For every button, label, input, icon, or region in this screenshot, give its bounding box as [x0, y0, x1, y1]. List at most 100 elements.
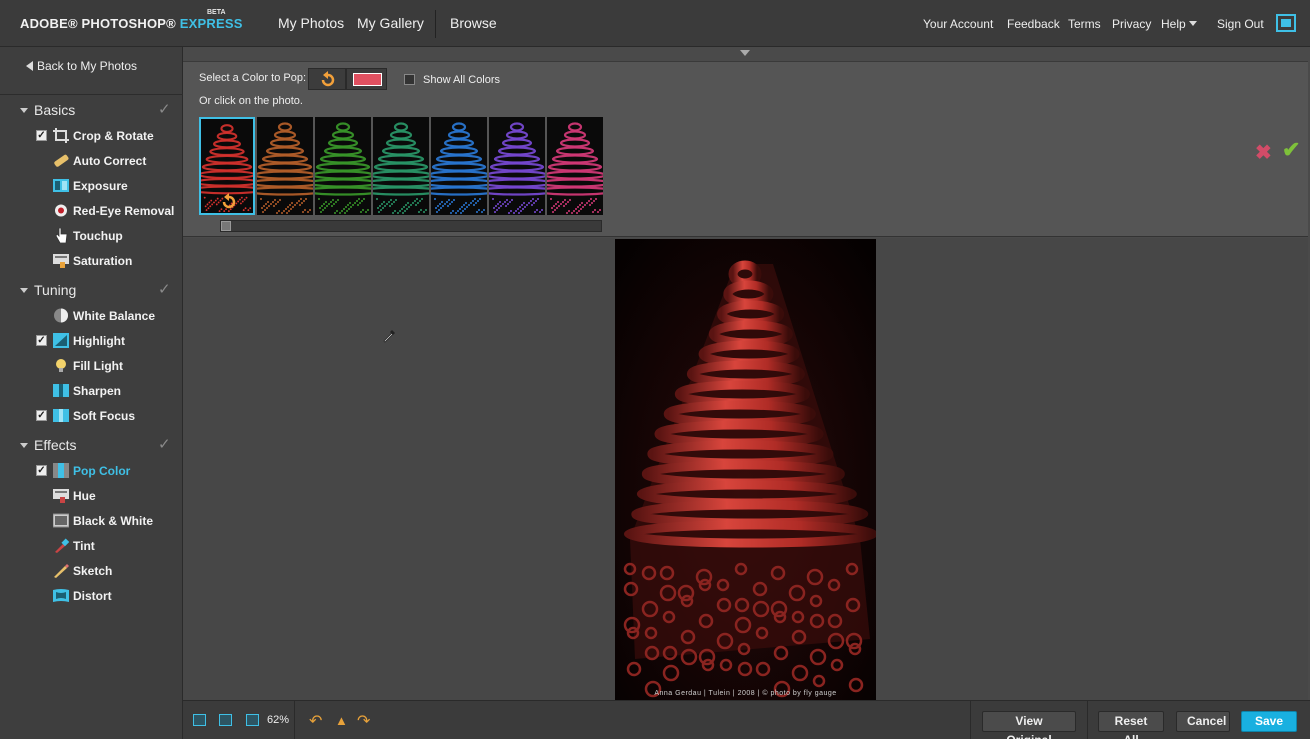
nav-sign-out[interactable]: Sign Out	[1217, 17, 1264, 31]
soft-focus-icon	[53, 409, 69, 422]
zoom-actual-size-icon[interactable]	[219, 714, 232, 726]
photo-image[interactable]: Anna Gerdau | Tulein | 2008 | © photo by…	[615, 239, 876, 700]
bottom-toolbar: 62% ↶ ▲ ↷ View Original Reset All Cancel…	[183, 700, 1310, 739]
zoom-fit-icon[interactable]	[193, 714, 206, 726]
color-thumbnail[interactable]	[315, 117, 371, 215]
bulb-icon	[56, 359, 66, 372]
undo-arrow-icon	[321, 71, 335, 87]
tool-black-white[interactable]: Black & White	[36, 510, 181, 532]
sharpen-icon	[53, 384, 69, 397]
tool-white-balance[interactable]: White Balance	[36, 305, 181, 327]
tool-label: Soft Focus	[73, 409, 135, 423]
tool-saturation[interactable]: Saturation	[36, 250, 181, 272]
chevron-down-icon[interactable]	[1189, 21, 1197, 26]
nav-browse[interactable]: Browse	[450, 15, 497, 31]
section-effects[interactable]: Effects	[20, 437, 77, 453]
tool-checkbox[interactable]: ✓	[36, 335, 47, 346]
collapse-triangle-icon	[20, 443, 28, 448]
apply-changes-icon[interactable]: ✔	[1282, 137, 1300, 163]
undo-icon[interactable]: ↶	[309, 711, 322, 731]
nav-my-photos[interactable]: My Photos	[278, 15, 344, 31]
zoom-fill-icon[interactable]	[246, 714, 259, 726]
tool-checkbox[interactable]: ✓	[36, 130, 47, 141]
redo-icon[interactable]: ↷	[357, 711, 370, 731]
tool-exposure[interactable]: Exposure	[36, 175, 181, 197]
section-title: Basics	[34, 102, 76, 118]
hand-icon	[55, 228, 68, 243]
nav-feedback[interactable]: Feedback	[1007, 17, 1060, 31]
color-thumbnail[interactable]	[547, 117, 603, 215]
nav-privacy[interactable]: Privacy	[1112, 17, 1151, 31]
tool-label: Auto Correct	[73, 154, 147, 168]
reset-all-button[interactable]: Reset All	[1098, 711, 1164, 739]
color-swatch-button[interactable]	[346, 68, 387, 90]
collapse-triangle-icon	[20, 288, 28, 293]
toolbar-divider	[294, 701, 295, 739]
color-thumbnail[interactable]	[199, 117, 255, 215]
sidebar-divider	[0, 94, 183, 95]
reset-color-button[interactable]	[308, 68, 346, 90]
toolbar-divider	[1087, 701, 1088, 739]
tool-fill-light[interactable]: Fill Light	[36, 355, 181, 377]
photo-canvas[interactable]: Anna Gerdau | Tulein | 2008 | © photo by…	[183, 238, 1308, 700]
tool-red-eye-removal[interactable]: Red-Eye Removal	[36, 200, 181, 222]
nav-help[interactable]: Help	[1161, 17, 1186, 31]
tool-touchup[interactable]: Touchup	[36, 225, 181, 247]
section-tuning[interactable]: Tuning	[20, 282, 76, 298]
show-all-colors-checkbox[interactable]	[404, 74, 415, 85]
nav-my-gallery[interactable]: My Gallery	[357, 15, 424, 31]
distort-icon	[53, 589, 69, 602]
tool-label: Red-Eye Removal	[73, 204, 175, 218]
color-thumbnail[interactable]	[257, 117, 313, 215]
cancel-changes-icon[interactable]: ✖	[1255, 140, 1272, 165]
bandage-icon	[54, 154, 69, 167]
color-swatch	[353, 73, 382, 86]
or-click-hint: Or click on the photo.	[199, 95, 303, 107]
section-basics[interactable]: Basics	[20, 102, 75, 118]
tool-soft-focus[interactable]: ✓ Soft Focus	[36, 405, 181, 427]
beta-badge: BETA	[207, 9, 226, 16]
tool-label: Black & White	[73, 514, 154, 528]
tool-pop-color[interactable]: ✓ Pop Color	[36, 460, 181, 482]
tool-tint[interactable]: Tint	[36, 535, 181, 557]
tool-hue[interactable]: Hue	[36, 485, 181, 507]
thumbnail-art	[257, 122, 313, 214]
fullscreen-icon[interactable]	[1276, 14, 1296, 32]
tool-checkbox[interactable]: ✓	[36, 465, 47, 476]
options-collapse-bar[interactable]	[183, 47, 1308, 62]
section-title: Effects	[34, 437, 77, 453]
white-balance-icon	[54, 308, 68, 323]
sketch-icon	[54, 564, 69, 578]
tool-checkbox[interactable]: ✓	[36, 410, 47, 421]
color-thumbnail[interactable]	[489, 117, 545, 215]
brand-express: EXPRESS	[179, 16, 243, 31]
tool-highlight[interactable]: ✓ Highlight	[36, 330, 181, 352]
tool-auto-correct[interactable]: Auto Correct	[36, 150, 181, 172]
thumbnail-art	[547, 122, 603, 214]
collapse-arrow-icon[interactable]	[740, 50, 750, 56]
scrollbar-handle[interactable]	[221, 221, 231, 231]
tool-crop-rotate[interactable]: ✓ Crop & Rotate	[36, 125, 181, 147]
nav-your-account[interactable]: Your Account	[923, 17, 993, 31]
tool-label: Touchup	[73, 229, 123, 243]
tool-distort[interactable]: Distort	[36, 585, 181, 607]
tool-sharpen[interactable]: Sharpen	[36, 380, 181, 402]
tool-label: Tint	[73, 539, 95, 553]
color-thumbnail[interactable]	[431, 117, 487, 215]
save-button[interactable]: Save	[1241, 711, 1297, 732]
nav-terms[interactable]: Terms	[1068, 17, 1101, 31]
history-up-icon[interactable]: ▲	[335, 713, 348, 728]
tool-label: Highlight	[73, 334, 125, 348]
color-thumbnail[interactable]	[373, 117, 429, 215]
tool-label: Sketch	[73, 564, 113, 578]
tool-label: Crop & Rotate	[73, 129, 154, 143]
view-original-button[interactable]: View Original	[982, 711, 1076, 739]
tool-label: Saturation	[73, 254, 133, 268]
tools-sidebar: Back to My Photos Basics ✓ ✓ Crop & Rota…	[0, 47, 183, 739]
back-to-my-photos-link[interactable]: Back to My Photos	[26, 59, 137, 73]
tool-sketch[interactable]: Sketch	[36, 560, 181, 582]
tool-label: Exposure	[73, 179, 128, 193]
cancel-button[interactable]: Cancel	[1176, 711, 1230, 732]
tool-label: White Balance	[73, 309, 156, 323]
thumbnail-scrollbar[interactable]	[220, 220, 602, 232]
